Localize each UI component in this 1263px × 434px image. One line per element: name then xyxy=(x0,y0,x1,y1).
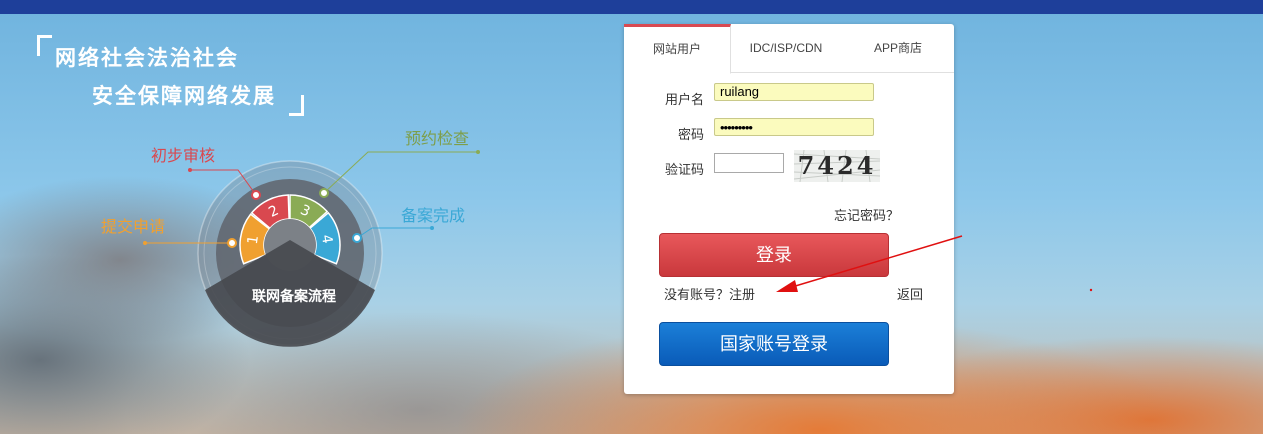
annotation-dot xyxy=(1089,288,1093,292)
annotation-arrow-line xyxy=(791,235,963,288)
annotation-arrow-head xyxy=(776,280,798,292)
annotation-arrow xyxy=(776,235,1093,292)
